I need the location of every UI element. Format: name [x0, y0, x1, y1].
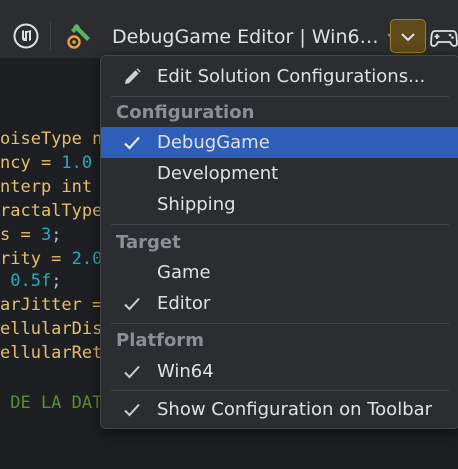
checkmark-icon [121, 132, 143, 154]
menu-item-label: Game [157, 262, 211, 283]
chevron-down-icon [400, 27, 416, 46]
ide-window: DebugGame Editor | Win6… oiseType n ncy =… [0, 0, 458, 469]
code-token: rity = [0, 249, 72, 269]
menu-header-target: Target [116, 232, 181, 253]
code-line: 0.5f; [0, 269, 61, 293]
code-token: 2.0 [71, 249, 103, 269]
configuration-dropdown-button[interactable] [390, 19, 426, 53]
code-line: ncy = 1.0 [0, 151, 92, 175]
code-line: rity = 2.0 [0, 247, 102, 271]
code-token: 1.0 [61, 153, 93, 173]
menu-item-edit-solution-configurations[interactable]: Edit Solution Configurations... [101, 61, 458, 92]
menu-item-game[interactable]: Game [101, 257, 458, 288]
code-token: ; [51, 271, 62, 291]
checkmark-icon [121, 293, 143, 315]
menu-item-development[interactable]: Development [101, 158, 458, 189]
code-token: ellularRet [0, 343, 103, 363]
menu-item-label: Edit Solution Configurations... [157, 66, 426, 87]
code-line: s = 3; [0, 223, 61, 247]
menu-item-label: Shipping [157, 194, 236, 215]
code-token: DE LA DAT [0, 393, 103, 413]
menu-item-label: Editor [157, 293, 211, 314]
configuration-popup-menu: Edit Solution Configurations... Configur… [100, 55, 458, 429]
code-line: ellularDis [0, 317, 102, 341]
main-toolbar: DebugGame Editor | Win6… [0, 0, 458, 59]
menu-item-label: DebugGame [157, 132, 270, 153]
menu-item-label: Win64 [157, 361, 214, 382]
menu-item-debuggame[interactable]: DebugGame [101, 127, 458, 158]
pencil-icon [121, 66, 143, 88]
menu-header-configuration: Configuration [116, 102, 255, 123]
code-line: oiseType n [0, 127, 102, 151]
code-token: s = [0, 225, 41, 245]
menu-divider [111, 224, 449, 225]
menu-item-show-configuration-on-toolbar[interactable]: Show Configuration on Toolbar [101, 394, 458, 425]
code-token: ; [51, 225, 62, 245]
menu-divider [111, 96, 449, 97]
menu-item-win64[interactable]: Win64 [101, 356, 458, 387]
code-token: ractalType [0, 201, 103, 221]
toolbar-separator [50, 22, 51, 50]
unreal-engine-icon[interactable] [12, 22, 40, 50]
menu-item-label: Show Configuration on Toolbar [157, 399, 433, 420]
code-token: ncy = [0, 153, 62, 173]
run-configuration-label: DebugGame Editor | Win6… [112, 26, 379, 48]
build-icon[interactable] [62, 20, 94, 52]
code-line: DE LA DAT [0, 391, 102, 415]
code-line: ractalType [0, 199, 102, 223]
menu-divider [111, 323, 449, 324]
menu-item-shipping[interactable]: Shipping [101, 189, 458, 220]
menu-item-editor[interactable]: Editor [101, 288, 458, 319]
code-token: 0.5f [10, 271, 52, 291]
game-controller-icon[interactable] [428, 22, 458, 52]
checkmark-icon [121, 361, 143, 383]
code-token: nterp int [0, 177, 93, 197]
code-token: oiseType n [0, 129, 103, 149]
code-line: nterp int [0, 175, 92, 199]
code-line: ellularRet [0, 341, 102, 365]
code-token: 3 [40, 225, 52, 245]
code-token: arJitter = [0, 295, 103, 315]
checkmark-icon [121, 399, 143, 421]
menu-item-label: Development [157, 163, 279, 184]
menu-divider [111, 390, 449, 391]
menu-header-platform: Platform [116, 330, 204, 351]
code-token: ellularDis [0, 319, 103, 339]
run-configuration-selector[interactable]: DebugGame Editor | Win6… [104, 22, 399, 52]
code-line: arJitter = [0, 293, 102, 317]
